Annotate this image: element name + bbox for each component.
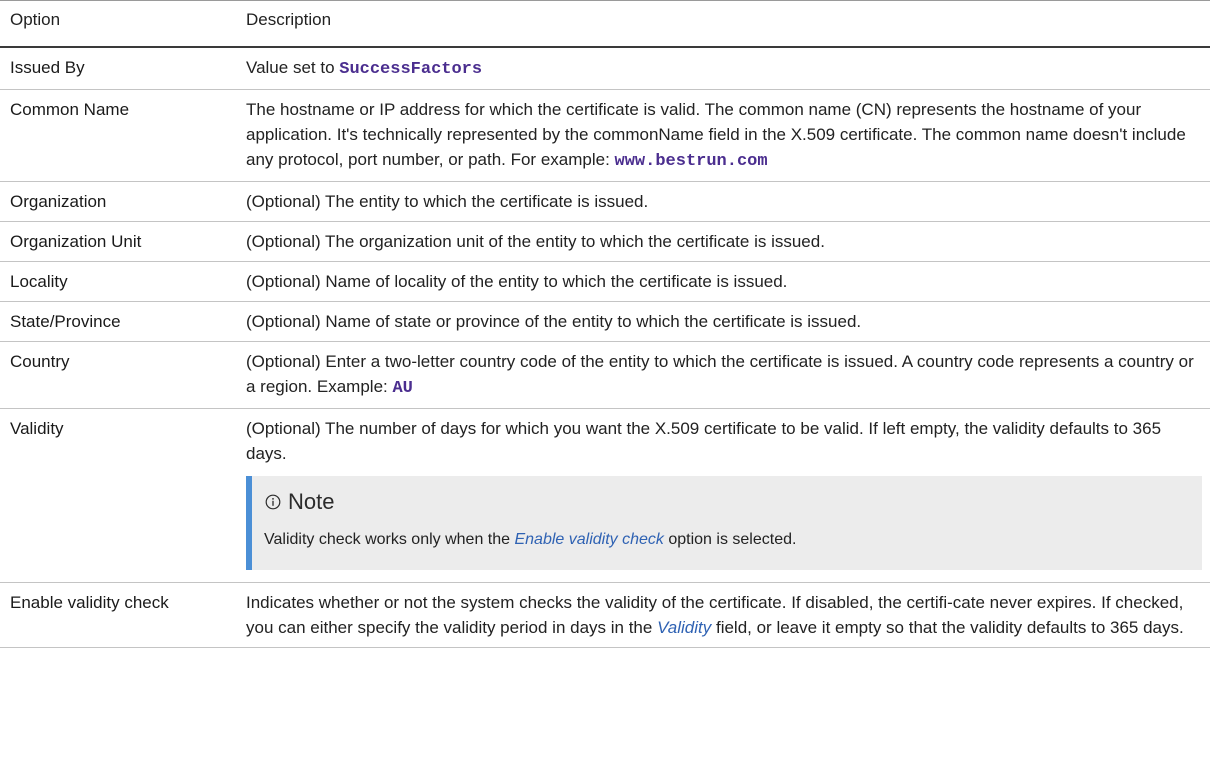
description-cell: Value set to SuccessFactors xyxy=(236,47,1210,90)
option-cell: Country xyxy=(0,341,236,409)
table-row: Common Name The hostname or IP address f… xyxy=(0,89,1210,182)
note-title-text: Note xyxy=(288,489,335,514)
option-cell: Locality xyxy=(0,261,236,302)
option-cell: Common Name xyxy=(0,89,236,182)
info-icon xyxy=(264,493,282,511)
table-row: Locality (Optional) Name of locality of … xyxy=(0,261,1210,302)
table-row: Validity (Optional) The number of days f… xyxy=(0,408,1210,583)
header-option: Option xyxy=(0,0,236,48)
code-value: AU xyxy=(392,379,413,398)
option-cell: Organization Unit xyxy=(0,221,236,262)
description-cell: (Optional) The number of days for which … xyxy=(236,408,1210,583)
link-enable-validity-check[interactable]: Enable validity check xyxy=(514,531,663,548)
description-cell: (Optional) The organization unit of the … xyxy=(236,221,1210,262)
table-row: Organization (Optional) The entity to wh… xyxy=(0,181,1210,222)
note-title: Note xyxy=(264,486,1188,518)
link-validity[interactable]: Validity xyxy=(657,618,711,637)
table-header: Option Description xyxy=(0,0,1210,48)
description-cell: (Optional) Name of state or province of … xyxy=(236,301,1210,342)
option-cell: Issued By xyxy=(0,47,236,90)
table-row: Organization Unit (Optional) The organiz… xyxy=(0,221,1210,262)
table-row: Issued By Value set to SuccessFactors xyxy=(0,47,1210,90)
options-table: Option Description Issued By Value set t… xyxy=(0,0,1210,648)
description-cell: The hostname or IP address for which the… xyxy=(236,89,1210,182)
note-text-after: option is selected. xyxy=(663,531,797,548)
description-text: (Optional) Enter a two-letter country co… xyxy=(246,352,1194,396)
option-cell: Organization xyxy=(0,181,236,222)
note-text-before: Validity check works only when the xyxy=(264,531,515,548)
option-cell: Enable validity check xyxy=(0,582,236,648)
description-cell: Indicates whether or not the system chec… xyxy=(236,582,1210,648)
option-cell: Validity xyxy=(0,408,236,583)
description-text: (Optional) The number of days for which … xyxy=(246,419,1162,463)
description-cell: (Optional) The entity to which the certi… xyxy=(236,181,1210,222)
option-cell: State/Province xyxy=(0,301,236,342)
table-row: State/Province (Optional) Name of state … xyxy=(0,301,1210,342)
note-box: Note Validity check works only when the … xyxy=(246,476,1202,570)
code-value: SuccessFactors xyxy=(339,60,483,79)
table-row: Enable validity check Indicates whether … xyxy=(0,582,1210,648)
header-description: Description xyxy=(236,0,1210,48)
header-row: Option Description xyxy=(0,0,1210,48)
table-row: Country (Optional) Enter a two-letter co… xyxy=(0,341,1210,409)
description-cell: (Optional) Name of locality of the entit… xyxy=(236,261,1210,302)
description-cell: (Optional) Enter a two-letter country co… xyxy=(236,341,1210,409)
description-text-after: field, or leave it empty so that the val… xyxy=(711,618,1184,637)
code-value: www.bestrun.com xyxy=(614,152,768,171)
note-text: Validity check works only when the Enabl… xyxy=(264,528,1188,552)
description-text: Value set to xyxy=(246,58,340,77)
